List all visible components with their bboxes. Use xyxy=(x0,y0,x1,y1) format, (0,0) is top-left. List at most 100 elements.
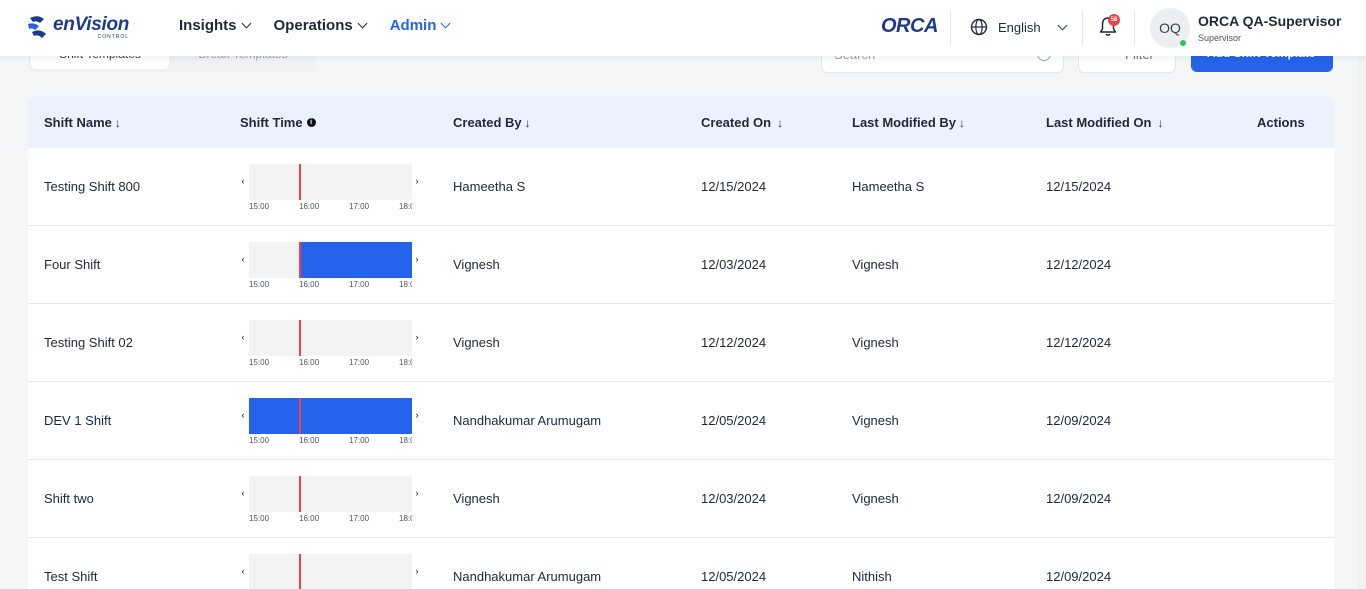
chevron-right-icon[interactable]: › xyxy=(413,176,421,186)
created-by-cell: Vignesh xyxy=(453,257,500,272)
table-row[interactable]: Test Shift‹›15:0016:0017:0018:00Nandhaku… xyxy=(28,538,1334,589)
timeline-tick-label: 16:00 xyxy=(299,436,320,445)
column-header-created-by[interactable]: Created By ↓ xyxy=(453,115,531,130)
last-modified-by-cell: Vignesh xyxy=(852,335,899,350)
chevron-left-icon[interactable]: ‹ xyxy=(239,254,247,264)
table-row[interactable]: Testing Shift 800 ‹ › 15:00 16:00 17:00 18:00 H… xyxy=(28,148,1334,226)
chevron-right-icon[interactable]: › xyxy=(413,488,421,498)
nav-insights-label: Insights xyxy=(179,17,237,34)
chevron-left-icon[interactable]: ‹ xyxy=(239,566,247,576)
shift-time-timeline: ‹ › 15:00 16:00 17:00 18:00 xyxy=(239,320,421,368)
page-scrollbar[interactable] xyxy=(1358,0,1366,589)
brand-sub: CONTROL xyxy=(97,33,130,40)
envision-logo[interactable]: enVision CONTROL xyxy=(26,14,129,40)
timeline-tick-label: 15:00 xyxy=(249,514,270,523)
sort-arrow-icon: ↓ xyxy=(524,115,531,130)
shift-time-bar xyxy=(299,242,412,278)
sort-arrow-icon: ↓ xyxy=(1157,115,1164,130)
timeline-tick-label: 15:00 xyxy=(249,358,270,367)
nav-admin[interactable]: Admin xyxy=(390,17,451,34)
current-time-marker xyxy=(299,164,301,200)
column-label: Last Modified On xyxy=(1046,115,1152,130)
chevron-left-icon[interactable]: ‹ xyxy=(239,332,247,342)
nav-insights[interactable]: Insights xyxy=(179,17,251,34)
last-modified-on-cell: 12/12/2024 xyxy=(1046,257,1112,272)
timeline-track xyxy=(249,164,412,200)
timeline-track xyxy=(249,476,412,512)
timeline-tick-label: 15:00 xyxy=(249,202,270,211)
created-by-cell: Nandhakumar Arumugam xyxy=(453,413,602,428)
shift-templates-table: Shift Name ↓ Shift Time i Created By ↓ C… xyxy=(28,96,1334,589)
last-modified-by-cell: Hameetha S xyxy=(852,179,925,194)
timeline-tick-label: 18:00 xyxy=(399,280,412,289)
info-icon[interactable]: i xyxy=(306,118,316,127)
current-time-marker xyxy=(299,554,301,589)
shift-time-timeline: ‹ › 15:00 16:00 17:00 18:00 xyxy=(239,398,421,446)
timeline-tick-label: 17:00 xyxy=(349,280,370,289)
timeline-ticks: 15:00 16:00 17:00 18:00 xyxy=(249,436,412,448)
last-modified-on-cell: 12/09/2024 xyxy=(1046,413,1112,428)
language-selector[interactable]: English xyxy=(970,18,1068,36)
chevron-down-icon xyxy=(440,18,451,29)
top-navigation-bar: enVision CONTROL Insights Operations Adm… xyxy=(0,0,1366,56)
timeline-track xyxy=(249,320,412,356)
divider xyxy=(1082,10,1083,46)
brand-name: enVision xyxy=(53,13,130,35)
shift-time-timeline: ‹ › 15:00 16:00 17:00 18:00 xyxy=(239,242,421,290)
timeline-tick-label: 16:00 xyxy=(299,280,320,289)
timeline-tick-label: 18:00 xyxy=(399,358,412,367)
table-row[interactable]: DEV 1 Shift ‹ › 15:00 16:00 17:00 18:00 Nandhak… xyxy=(28,382,1334,460)
column-header-created-on[interactable]: Created On ↓ xyxy=(701,115,783,130)
chevron-left-icon[interactable]: ‹ xyxy=(239,176,247,186)
created-on-cell: 12/05/2024 xyxy=(701,413,767,428)
timeline-tick-label: 17:00 xyxy=(349,358,370,367)
user-name[interactable]: ORCA QA-Supervisor xyxy=(1198,13,1341,29)
last-modified-by-cell: Nithish xyxy=(852,569,892,584)
table-row[interactable]: Shift two ‹ › 15:00 16:00 17:00 18:00 Vignesh 12… xyxy=(28,460,1334,538)
shift-name-cell: Shift two xyxy=(44,491,94,506)
column-header-last-modified-on[interactable]: Last Modified On ↓ xyxy=(1046,115,1163,130)
divider xyxy=(950,10,951,46)
shift-time-timeline: ‹ › 15:00 16:00 17:00 18:00 xyxy=(239,476,421,524)
globe-icon xyxy=(970,18,988,36)
user-role: Supervisor xyxy=(1198,33,1242,43)
shift-name-cell: Test Shift xyxy=(44,569,98,584)
created-on-cell: 12/12/2024 xyxy=(701,335,767,350)
chevron-left-icon[interactable]: ‹ xyxy=(239,410,247,420)
timeline-tick-label: 16:00 xyxy=(299,358,320,367)
created-on-cell: 12/03/2024 xyxy=(701,257,767,272)
shift-time-timeline: ‹ › 15:00 16:00 17:00 18:00 xyxy=(239,164,421,212)
table-row[interactable]: Testing Shift 02 ‹ › 15:00 16:00 17:00 18:00 Vi… xyxy=(28,304,1334,382)
table-header: Shift Name ↓ Shift Time i Created By ↓ C… xyxy=(28,96,1334,148)
timeline-tick-label: 17:00 xyxy=(349,514,370,523)
created-on-cell: 12/05/2024 xyxy=(701,569,767,584)
current-time-marker xyxy=(299,476,301,512)
chevron-down-icon xyxy=(1057,20,1068,30)
chevron-right-icon[interactable]: › xyxy=(413,254,421,264)
timeline-track xyxy=(249,554,412,589)
created-on-cell: 12/15/2024 xyxy=(701,179,767,194)
chevron-right-icon[interactable]: › xyxy=(413,410,421,420)
timeline-ticks: 15:00 16:00 17:00 18:00 xyxy=(249,358,412,370)
timeline-ticks: 15:00 16:00 17:00 18:00 xyxy=(249,514,412,526)
last-modified-by-cell: Vignesh xyxy=(852,491,899,506)
chevron-left-icon[interactable]: ‹ xyxy=(239,488,247,498)
timeline-track xyxy=(249,398,412,434)
timeline-tick-label: 18:00 xyxy=(399,514,412,523)
timeline-ticks: 15:00 16:00 17:00 18:00 xyxy=(249,202,412,214)
created-by-cell: Vignesh xyxy=(453,335,500,350)
created-on-cell: 12/03/2024 xyxy=(701,491,767,506)
column-label: Shift Time xyxy=(240,115,303,130)
column-header-actions: Actions xyxy=(1257,115,1305,130)
table-row[interactable]: Four Shift ‹ › 15:00 16:00 17:00 18:00 Vignesh 1… xyxy=(28,226,1334,304)
current-time-marker xyxy=(299,398,301,434)
nav-operations[interactable]: Operations xyxy=(274,17,368,34)
created-by-cell: Nandhakumar Arumugam xyxy=(453,569,602,584)
sort-arrow-icon: ↓ xyxy=(777,115,784,130)
column-header-shift-name[interactable]: Shift Name ↓ xyxy=(44,115,121,130)
timeline-tick-label: 17:00 xyxy=(349,436,370,445)
chevron-right-icon[interactable]: › xyxy=(413,332,421,342)
column-header-last-modified-by[interactable]: Last Modified By ↓ xyxy=(852,115,965,130)
notification-badge: 58 xyxy=(1108,14,1120,26)
chevron-right-icon[interactable]: › xyxy=(413,566,421,576)
